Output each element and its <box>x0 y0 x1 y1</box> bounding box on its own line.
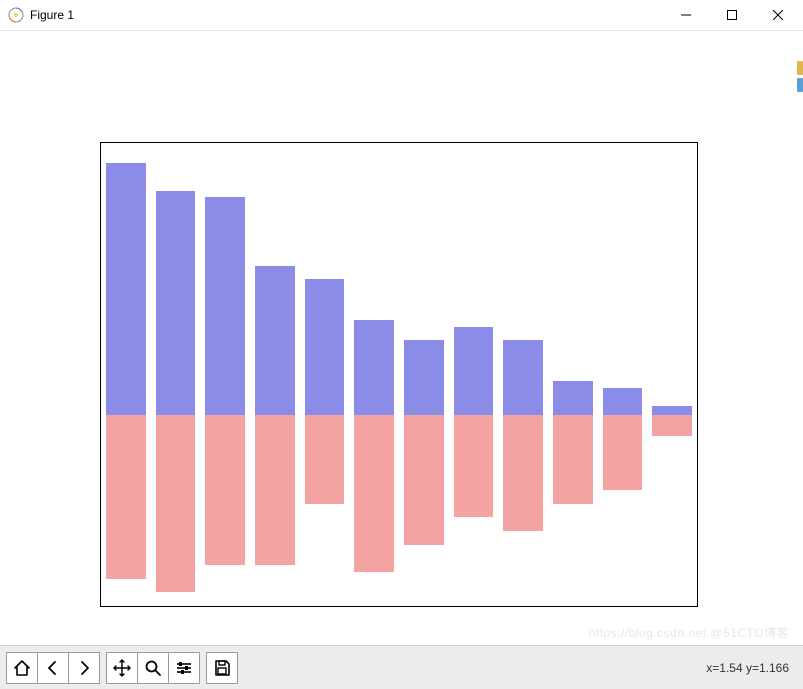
app-icon <box>8 7 24 23</box>
bar-bottom <box>454 415 494 517</box>
forward-button[interactable] <box>69 653 99 683</box>
tb-group-nav <box>6 652 100 684</box>
bar-top <box>603 388 643 415</box>
bar-bottom <box>255 415 295 565</box>
back-button[interactable] <box>38 653 69 683</box>
tb-group-save <box>206 652 238 684</box>
bar-bottom <box>503 415 543 531</box>
bar-top <box>503 340 543 415</box>
home-button[interactable] <box>7 653 38 683</box>
watermark: https://blog.csdn.net @51CTO博客 <box>589 624 789 641</box>
bar-top <box>553 381 593 415</box>
window-controls <box>663 0 801 30</box>
bar-top <box>404 340 444 415</box>
bar-top <box>454 327 494 416</box>
bar-top <box>354 320 394 415</box>
bar-top <box>652 406 692 416</box>
close-button[interactable] <box>755 0 801 30</box>
window-title: Figure 1 <box>30 8 74 22</box>
bar-top <box>255 266 295 416</box>
minimize-button[interactable] <box>663 0 709 30</box>
nav-toolbar: x=1.54 y=1.166 <box>0 645 803 689</box>
configure-button[interactable] <box>169 653 199 683</box>
bar-top <box>106 163 146 415</box>
bar-bottom <box>106 415 146 578</box>
pan-button[interactable] <box>107 653 138 683</box>
bar-top <box>305 279 345 415</box>
bar-bottom <box>156 415 196 592</box>
bar-bottom <box>553 415 593 504</box>
tb-group-view <box>106 652 200 684</box>
bar-bottom <box>652 415 692 435</box>
maximize-button[interactable] <box>709 0 755 30</box>
right-edge-decor <box>797 61 803 111</box>
cursor-coords: x=1.54 y=1.166 <box>706 661 789 675</box>
save-button[interactable] <box>207 653 237 683</box>
chart-bars <box>101 143 697 606</box>
bar-top <box>156 191 196 416</box>
bar-bottom <box>205 415 245 565</box>
bar-bottom <box>354 415 394 572</box>
bar-top <box>205 197 245 415</box>
bar-bottom <box>305 415 345 504</box>
chart-axes <box>100 142 698 607</box>
bar-bottom <box>404 415 444 544</box>
figure-canvas[interactable]: https://blog.csdn.net @51CTO博客 <box>0 31 803 645</box>
zoom-button[interactable] <box>138 653 169 683</box>
window-titlebar: Figure 1 <box>0 0 803 31</box>
bar-bottom <box>603 415 643 490</box>
